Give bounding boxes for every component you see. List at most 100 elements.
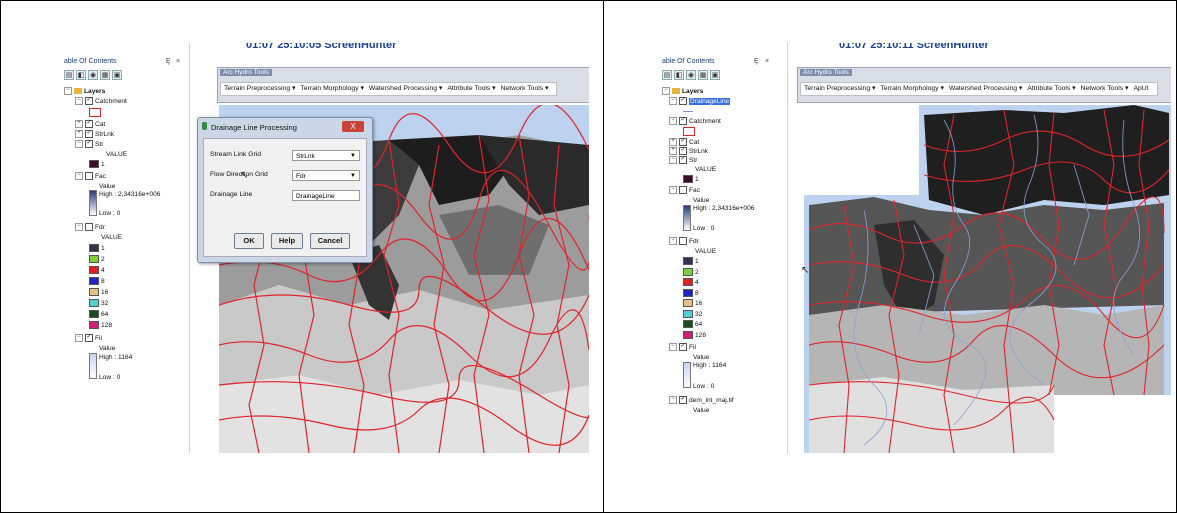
fac-gradient [683,205,691,231]
color-swatch [89,299,99,308]
fil-low: Low : 0 [693,383,715,390]
layer-drainageline[interactable]: − ✓ DrainageLine [669,97,731,107]
layer-fac[interactable]: − Fac [75,172,106,182]
layer-fdr[interactable]: − Fdr [75,223,105,233]
str-class-1: 1 [89,160,105,170]
fac-low: Low : 0 [693,225,715,232]
layer-catchment[interactable]: − ✓ Catchment [75,97,127,107]
list-by-selection-icon[interactable]: ▦ [100,70,110,80]
dialog-close-button[interactable]: X [342,121,364,132]
right-screenshot: 01:07 25:10:11 ScreenHunter able Of Cont… [659,43,1171,453]
drainage-line-dialog: Drainage Line Processing X Stream Link G… [197,117,373,263]
fdr-class-1: 1 [89,244,105,254]
fdr-class-64: 64 [683,320,702,330]
close-icon[interactable]: × [765,58,769,65]
fil-gradient [89,353,97,379]
drainage-line-input[interactable]: DrainageLine [292,190,360,201]
close-icon[interactable]: × [176,58,180,65]
str-value-label: VALUE [106,151,128,158]
list-by-source-icon[interactable]: ◧ [674,70,684,80]
hydro-menu-item[interactable]: Network Tools ▾ [1081,85,1129,92]
dropdown-arrow-icon: ▼ [350,173,356,179]
color-swatch [683,309,693,318]
cancel-button[interactable]: Cancel [310,233,350,249]
list-by-source-icon[interactable]: ◧ [76,70,86,80]
fdr-class-32: 32 [683,309,703,320]
watershed-dark-top [924,105,1169,215]
layer-strlnk[interactable]: + ✓ StrLnk [75,130,114,140]
layer-fil[interactable]: − ✓ Fil [75,334,102,344]
fdr-class-128: 128 [89,321,112,331]
layer-catchment[interactable]: − ✓ Catchment [669,117,721,127]
dialog-title: Drainage Line Processing [211,123,297,132]
hydro-menu-item[interactable]: Watershed Processing ▾ [949,85,1022,92]
catchment-symbol [683,127,695,137]
fil-high: High : 1164 [99,354,133,361]
folder-icon [74,88,82,95]
list-by-drawing-order-icon[interactable]: ▤ [662,70,672,80]
fil-high: High : 1164 [693,362,727,369]
mouse-cursor-icon: ↖ [801,265,810,276]
layer-str[interactable]: − ✓ Str [75,140,103,150]
stream-link-select[interactable]: StrLnk ▼ [292,150,360,161]
pin-icon[interactable]: Ȩ [754,58,759,65]
hydro-menu-item[interactable]: Terrain Preprocessing ▾ [224,85,295,92]
arc-hydro-toolbar: Arc Hydro Tools Terrain Preprocessing ▾ T… [217,67,589,103]
hydro-menu-item[interactable]: Terrain Morphology ▾ [300,85,363,92]
fdr-class-label: 2 [695,268,699,276]
arc-hydro-menu: Terrain Preprocessing ▾ Terrain Morpholog… [800,82,1158,96]
toc-title: able Of Contents [662,58,715,65]
checkbox-icon[interactable]: ✓ [85,97,93,106]
mouse-cursor-icon: ↖ [240,170,249,181]
color-swatch [89,255,99,264]
list-by-visibility-icon[interactable]: ◉ [686,70,696,80]
ok-button[interactable]: OK [234,233,264,249]
hydro-menu-item[interactable]: Attribute Tools ▾ [447,85,495,92]
fdr-class-label: 16 [695,300,703,307]
list-by-selection-icon[interactable]: ▦ [698,70,708,80]
layer-str[interactable]: − ✓ Str [669,156,697,166]
fdr-class-8: 8 [89,277,105,287]
options-icon[interactable]: ▣ [112,70,122,80]
color-swatch [683,320,693,329]
fdr-class-label: 64 [101,311,109,318]
fdr-class-label: 2 [101,256,105,263]
fdr-class-4: 4 [89,266,105,276]
fdr-class-16: 16 [683,299,702,309]
screenhunter-caption: 01:07 25:10:11 ScreenHunter [839,43,989,51]
color-swatch [89,321,99,330]
list-by-drawing-order-icon[interactable]: ▤ [64,70,74,80]
pin-icon[interactable]: Ȩ [166,58,171,65]
fdr-class-label: 32 [695,310,703,318]
hydro-menu-item[interactable]: Watershed Processing ▾ [369,85,442,92]
dropdown-arrow-icon: ▼ [350,153,356,159]
hydro-menu-item[interactable]: Terrain Preprocessing ▾ [804,85,875,92]
layer-fil[interactable]: − ✓ Fil [669,343,696,353]
layer-dem[interactable]: − ✓ dem_int_maj.tif [669,396,734,406]
hydro-menu-item[interactable]: Network Tools ▾ [501,85,549,92]
options-icon[interactable]: ▣ [710,70,720,80]
layers-group[interactable]: − Layers [64,87,105,97]
layer-fdr[interactable]: − Fdr [669,237,699,247]
layers-group[interactable]: − Layers [662,87,703,97]
hydro-menu-item[interactable]: Terrain Morphology ▾ [880,85,943,92]
fdr-class-2: 2 [683,267,699,278]
fdr-class-1: 1 [683,257,699,267]
hydro-menu-item[interactable]: Attribute Tools ▾ [1027,85,1075,92]
layer-cat[interactable]: + ✓ Cat [75,120,105,130]
hydro-menu-item[interactable]: ApUt [1133,85,1148,92]
layer-fac[interactable]: − Fac [669,186,700,196]
color-swatch [683,278,693,287]
flow-direction-select[interactable]: Fdr ▼ [292,170,360,181]
table-of-contents: able Of Contents Ȩ × ▤ ◧ ◉ ▦ ▣ − Layers −… [659,43,788,453]
help-button[interactable]: Help [271,233,303,249]
table-of-contents: able Of Contents Ȩ × ▤ ◧ ◉ ▦ ▣ − Layers −… [61,43,190,453]
dem-value-label: Value [693,407,710,414]
arc-hydro-title: Arc Hydro Tools [800,69,852,76]
list-by-visibility-icon[interactable]: ◉ [88,70,98,80]
fdr-class-label: 1 [101,245,105,252]
flow-direction-label: Flow Direction Grid [210,171,268,178]
map-view[interactable] [804,105,1171,453]
catchment-symbol [89,108,101,118]
dialog-body: Stream Link Grid StrLnk ▼ Flow Direction … [203,138,367,257]
